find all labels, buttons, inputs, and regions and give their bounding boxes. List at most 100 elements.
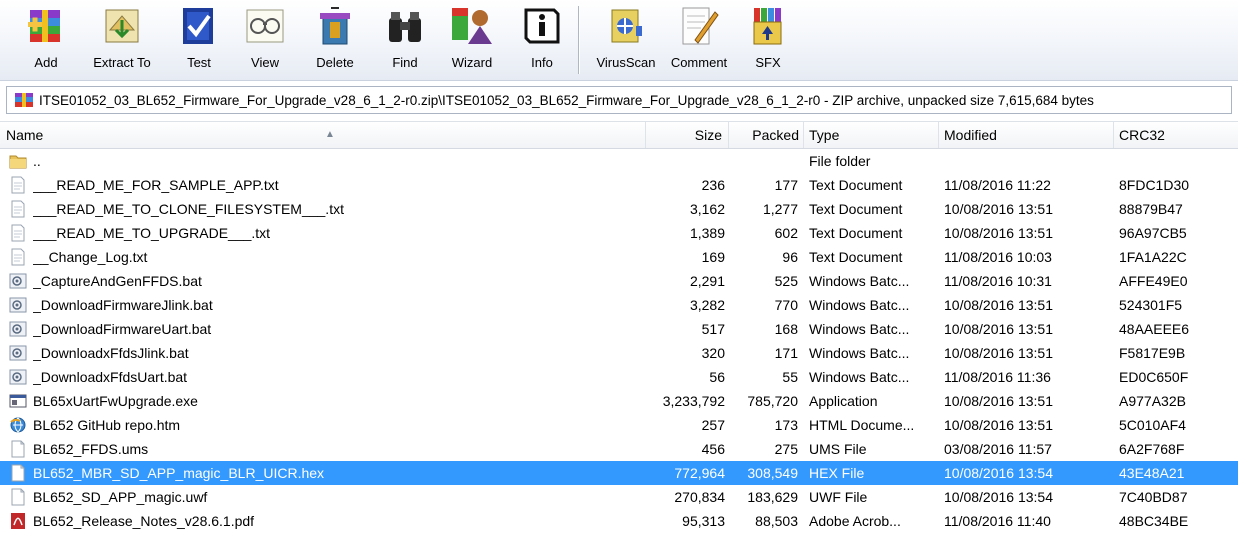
file-row[interactable]: BL652 GitHub repo.htm 257 173 HTML Docume..…	[0, 413, 1238, 437]
wizard-button-label: Wizard	[451, 55, 493, 70]
find-button[interactable]: Find	[380, 2, 430, 78]
file-name-cell: BL65xUartFwUpgrade.exe	[33, 393, 198, 409]
file-modified-cell: 11/08/2016 11:36	[944, 369, 1051, 385]
wizard-button[interactable]: Wizard	[442, 2, 502, 78]
file-crc32-cell: 7C40BD87	[1119, 489, 1188, 505]
file-modified-cell: 10/08/2016 13:51	[944, 297, 1053, 313]
view-button[interactable]: View	[240, 2, 290, 78]
file-modified-cell: 11/08/2016 10:31	[944, 273, 1052, 289]
file-size-cell: 95,313	[682, 513, 725, 529]
file-row[interactable]: ___READ_ME_FOR_SAMPLE_APP.txt 236 177 Text …	[0, 173, 1238, 197]
file-crc32-cell: 8FDC1D30	[1119, 177, 1190, 193]
file-crc32-cell: 43E48A21	[1119, 465, 1185, 481]
test-button[interactable]: Test	[174, 2, 224, 78]
info-button[interactable]: Info	[519, 2, 565, 78]
file-packed-cell: 275	[774, 441, 798, 457]
file-size-cell: 517	[701, 321, 725, 337]
file-modified-cell: 10/08/2016 13:54	[944, 465, 1053, 481]
file-name-cell: _DownloadFirmwareJlink.bat	[33, 297, 213, 313]
file-row[interactable]: BL652_Release_Notes_v28.6.1.pdf 95,313 88,…	[0, 509, 1238, 533]
file-crc32-cell: 48BC34BE	[1119, 513, 1189, 529]
find-binoculars-icon	[389, 12, 421, 42]
column-header-packed[interactable]: Packed	[729, 122, 804, 148]
column-header-type-label: Type	[809, 127, 840, 143]
file-packed-cell: 770	[774, 297, 798, 313]
file-crc32-cell: 5C010AF4	[1119, 417, 1186, 433]
file-row[interactable]: _CaptureAndGenFFDS.bat 2,291 525 Windows Ba…	[0, 269, 1238, 293]
file-row[interactable]: __Change_Log.txt 169 96 Text Document 11/08/…	[0, 245, 1238, 269]
file-row[interactable]: _DownloadxFfdsJlink.bat 320 171 Windows Bat…	[0, 341, 1238, 365]
file-crc32-cell: 88879B47	[1119, 201, 1183, 217]
file-name-cell: BL652_MBR_SD_APP_magic_BLR_UICR.hex	[33, 465, 325, 481]
extract-to-icon	[105, 9, 139, 43]
file-row[interactable]: BL65xUartFwUpgrade.exe 3,233,792 785,720 Ap…	[0, 389, 1238, 413]
sfx-button[interactable]: SFX	[746, 2, 790, 78]
column-header-type[interactable]: Type	[804, 122, 939, 148]
file-row[interactable]: BL652_FFDS.ums 456 275 UMS File 03/08/2016 1…	[0, 437, 1238, 461]
file-name-cell: __Change_Log.txt	[33, 249, 148, 265]
file-name-cell: BL652_Release_Notes_v28.6.1.pdf	[33, 513, 255, 529]
file-crc32-cell: 48AAEEE6	[1119, 321, 1190, 337]
find-button-label: Find	[392, 55, 418, 70]
comment-button[interactable]: Comment	[666, 2, 732, 78]
file-packed-cell: 1,277	[762, 201, 798, 217]
file-row[interactable]: ___READ_ME_TO_UPGRADE___.txt 1,389 602 Text…	[0, 221, 1238, 245]
toolbar-separator	[578, 6, 580, 74]
file-modified-cell: 10/08/2016 13:51	[944, 393, 1053, 409]
virus-scan-button[interactable]: VirusScan	[590, 2, 662, 78]
file-row[interactable]: .. File folder	[0, 149, 1238, 173]
file-type-cell: UMS File	[809, 441, 867, 457]
add-button-label: Add	[34, 55, 58, 70]
test-icon	[183, 8, 213, 44]
file-row[interactable]: BL652_MBR_SD_APP_magic_BLR_UICR.hex 772,9…	[0, 461, 1238, 485]
file-type-cell: Text Document	[809, 225, 903, 241]
file-size-cell: 1,389	[689, 225, 725, 241]
file-name-cell: _DownloadxFfdsJlink.bat	[33, 345, 189, 361]
file-type-cell: UWF File	[809, 489, 868, 505]
file-row[interactable]: _DownloadFirmwareJlink.bat 3,282 770 Window…	[0, 293, 1238, 317]
column-header-size[interactable]: Size	[646, 122, 729, 148]
file-list-header: Name ▲ Size Packed Type Modified CRC32	[0, 121, 1238, 149]
file-name-cell: _DownloadFirmwareUart.bat	[33, 321, 212, 337]
file-crc32-cell	[1119, 149, 1229, 173]
batch-file-icon	[9, 272, 27, 290]
application-icon	[9, 392, 27, 410]
comment-button-label: Comment	[670, 55, 728, 70]
file-row[interactable]: _DownloadFirmwareUart.bat 517 168 Windows B…	[0, 317, 1238, 341]
view-icon	[246, 9, 284, 43]
file-crc32-cell: ED0C650F	[1119, 369, 1189, 385]
file-modified-cell: 10/08/2016 13:51	[944, 201, 1053, 217]
column-header-crc32[interactable]: CRC32	[1114, 122, 1238, 148]
archive-path-bar[interactable]: ITSE01052_03_BL652_Firmware_For_Upgrade_…	[6, 86, 1232, 114]
file-packed-cell: 88,503	[755, 513, 798, 529]
file-packed-cell: 96	[782, 249, 798, 265]
file-crc32-cell: 96A97CB5	[1119, 225, 1187, 241]
file-row[interactable]: BL652_SD_APP_magic.uwf 270,834 183,629 UWF …	[0, 485, 1238, 509]
file-type-cell: Windows Batc...	[809, 297, 910, 313]
column-header-packed-label: Packed	[752, 127, 799, 143]
file-name-cell: BL652 GitHub repo.htm	[33, 417, 181, 433]
file-name-cell: ___READ_ME_FOR_SAMPLE_APP.txt	[33, 177, 279, 193]
file-size-cell: 257	[701, 417, 725, 433]
file-type-cell: Text Document	[809, 201, 903, 217]
file-packed-cell	[730, 149, 798, 173]
delete-button[interactable]: Delete	[308, 2, 362, 78]
add-archive-icon	[28, 10, 60, 42]
file-crc32-cell: 6A2F768F	[1119, 441, 1185, 457]
column-header-crc32-label: CRC32	[1119, 127, 1165, 143]
delete-icon	[320, 7, 350, 45]
file-row[interactable]: _DownloadxFfdsUart.bat 56 55 Windows Batc..…	[0, 365, 1238, 389]
column-header-modified[interactable]: Modified	[939, 122, 1114, 148]
file-modified-cell: 10/08/2016 13:51	[944, 225, 1053, 241]
add-button[interactable]: Add	[18, 2, 74, 78]
file-type-cell: Text Document	[809, 249, 903, 265]
virus-scan-icon	[611, 9, 642, 43]
file-size-cell: 772,964	[674, 465, 725, 481]
file-size-cell: 236	[701, 177, 725, 193]
column-header-name[interactable]: Name ▲	[0, 122, 646, 148]
file-crc32-cell: F5817E9B	[1119, 345, 1186, 361]
file-row[interactable]: ___READ_ME_TO_CLONE_FILESYSTEM___.txt 3,1…	[0, 197, 1238, 221]
sfx-icon	[753, 8, 782, 45]
archive-path-text: ITSE01052_03_BL652_Firmware_For_Upgrade_…	[39, 92, 1094, 108]
extract-to-button[interactable]: Extract To	[84, 2, 160, 78]
